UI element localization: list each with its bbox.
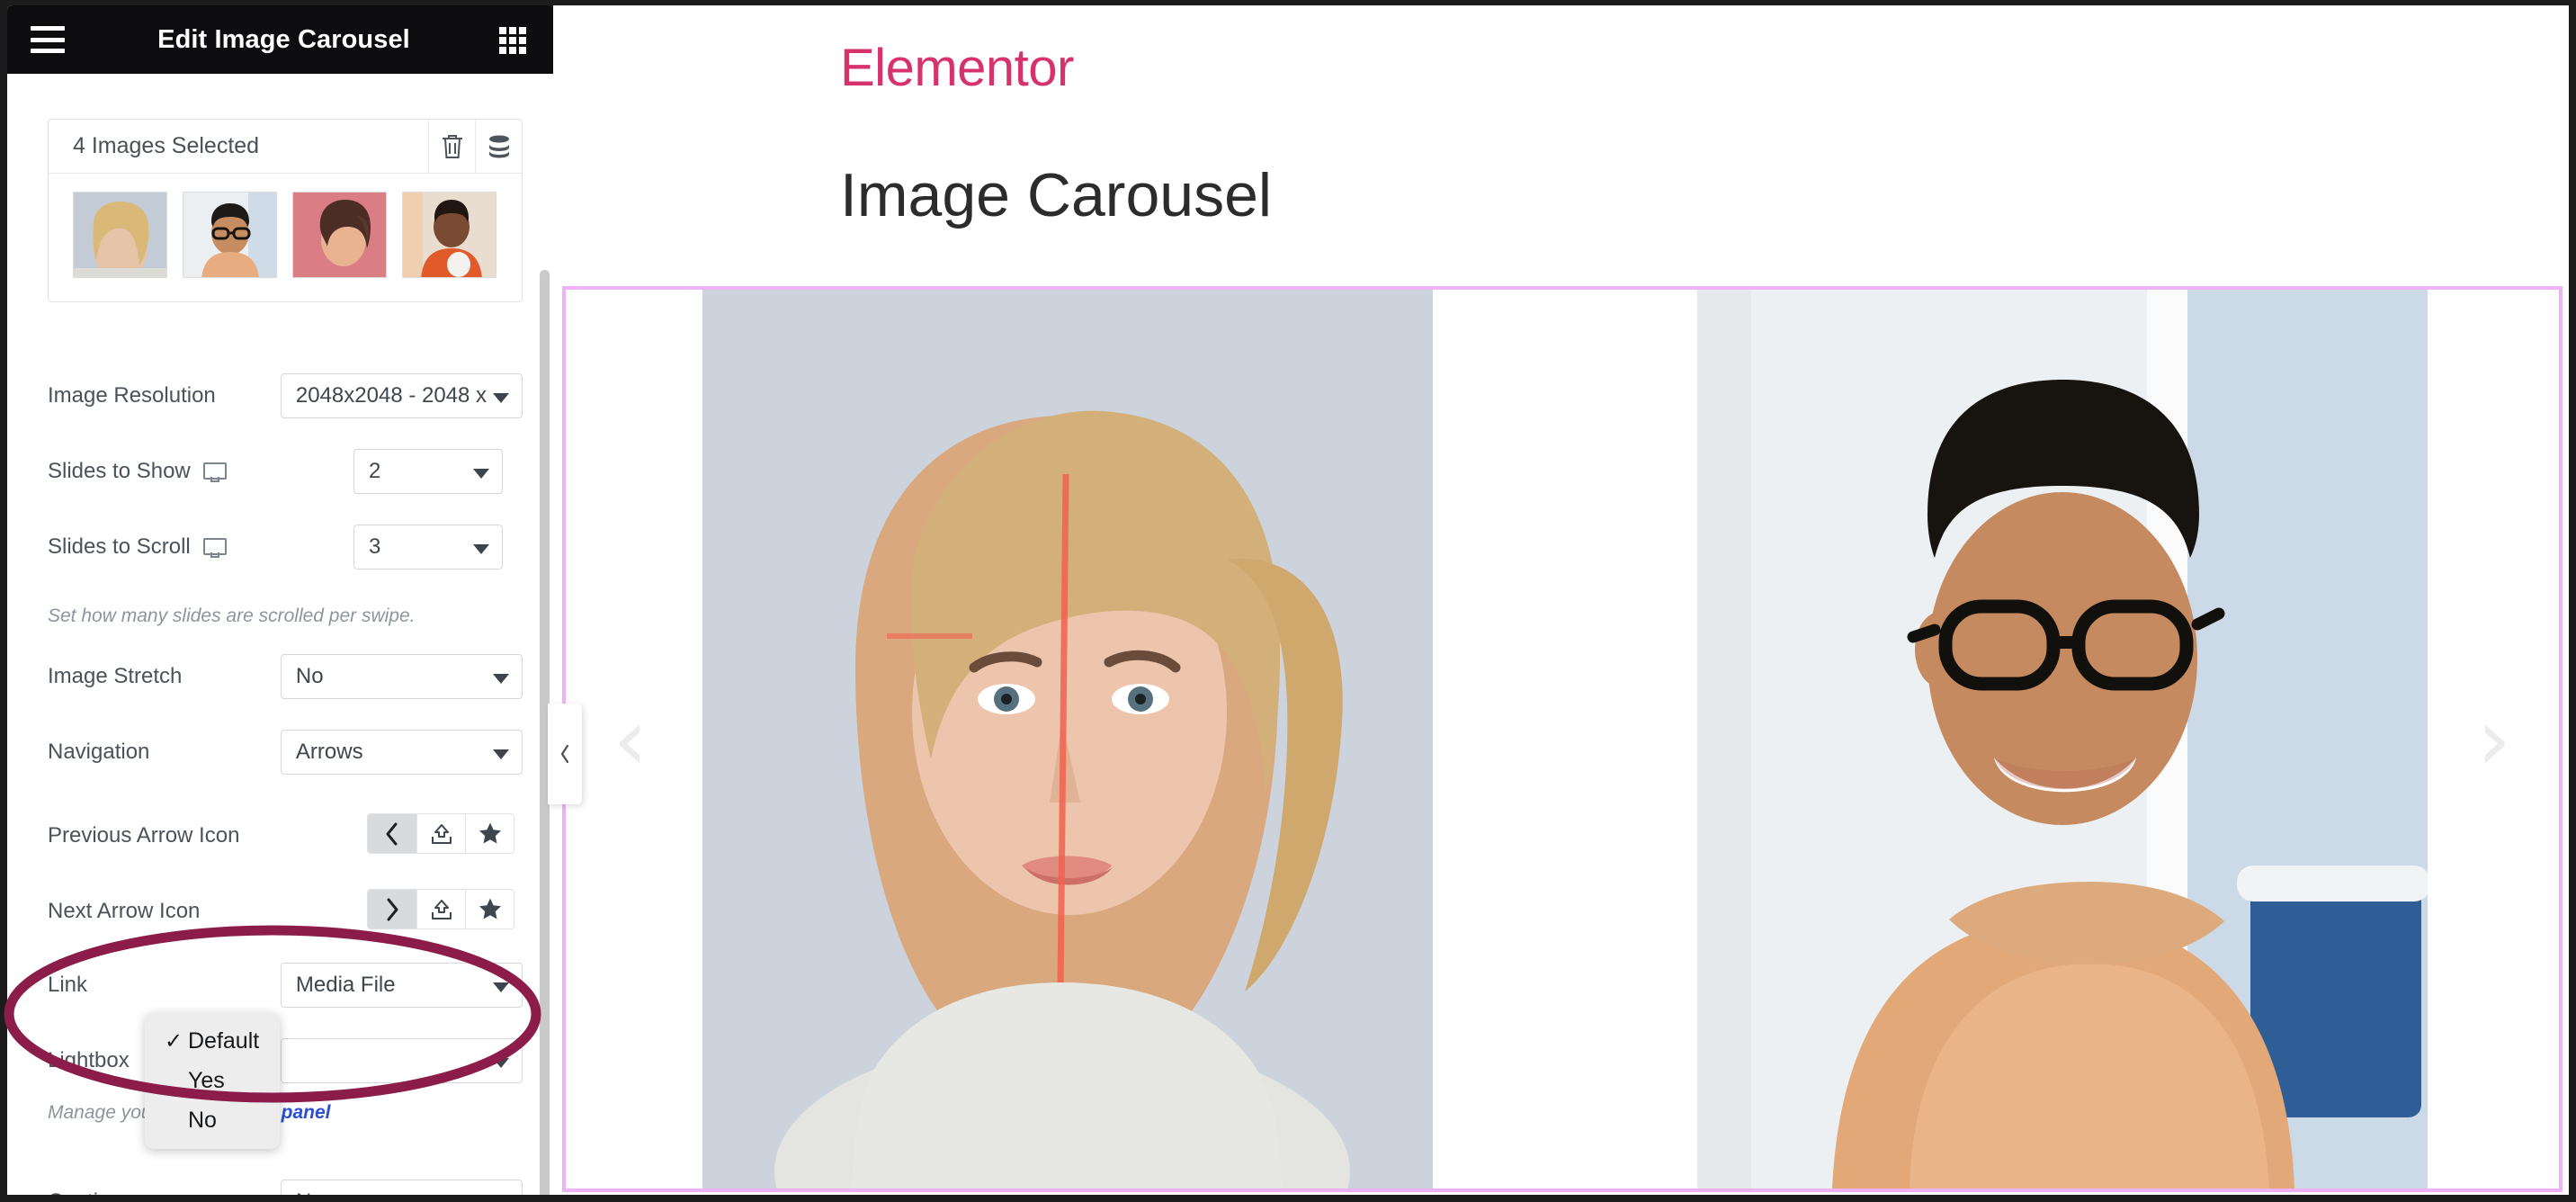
list-item[interactable] xyxy=(73,192,167,278)
link-select[interactable]: Media File xyxy=(280,963,523,1008)
select-value: 2048x2048 - 2048 x xyxy=(295,383,487,408)
menu-item-label: No xyxy=(188,1107,217,1133)
select-value: None xyxy=(296,1189,347,1195)
lightbox-dropdown-menu: ✓ Default Yes No xyxy=(145,1012,280,1149)
carousel-prev-arrow[interactable]: ‹ xyxy=(607,696,654,783)
lightbox-select[interactable] xyxy=(280,1038,523,1083)
list-item[interactable] xyxy=(183,192,277,278)
control-label: Next Arrow Icon xyxy=(48,899,201,923)
navigation-select[interactable]: Arrows xyxy=(280,730,523,775)
panel-body: 4 Images Selected Image Resolution 2048x… xyxy=(7,74,553,1195)
control-label: Image Resolution xyxy=(48,383,216,408)
control-slides-to-scroll: Slides to Scroll 3 xyxy=(48,525,523,570)
carousel-slide[interactable] xyxy=(702,290,1433,1189)
gallery-header: 4 Images Selected xyxy=(49,120,522,174)
control-label: Slides to Scroll xyxy=(48,534,318,560)
chevron-right-icon[interactable] xyxy=(368,890,416,928)
image-stretch-select[interactable]: No xyxy=(280,654,523,699)
preview-heading: Image Carousel xyxy=(840,161,1273,229)
control-label: Link xyxy=(48,973,88,997)
control-label-text: Slides to Show xyxy=(48,459,191,483)
page-title: Edit Image Carousel xyxy=(157,24,410,54)
control-label: Navigation xyxy=(48,740,150,764)
slides-to-show-select[interactable]: 2 xyxy=(353,449,503,494)
panel-header: Edit Image Carousel xyxy=(7,5,553,74)
select-value: 2 xyxy=(369,459,381,483)
star-icon[interactable] xyxy=(465,814,514,853)
chevron-down-icon xyxy=(473,469,489,479)
grid-icon[interactable] xyxy=(499,27,526,54)
elementor-editor-panel: Edit Image Carousel 4 Images Selected Im… xyxy=(7,5,553,1195)
upload-icon[interactable] xyxy=(416,890,465,928)
menu-item-yes[interactable]: Yes xyxy=(145,1061,280,1100)
image-gallery-control: 4 Images Selected xyxy=(48,119,523,302)
image-resolution-select[interactable]: 2048x2048 - 2048 x xyxy=(280,373,523,418)
upload-icon[interactable] xyxy=(416,814,465,853)
lightbox-panel-link[interactable]: panel xyxy=(282,1102,331,1123)
slides-to-scroll-hint: Set how many slides are scrolled per swi… xyxy=(48,605,416,626)
check-icon: ✓ xyxy=(165,1028,183,1054)
control-label: Previous Arrow Icon xyxy=(48,823,240,848)
chevron-down-icon xyxy=(493,1058,509,1068)
menu-item-no[interactable]: No xyxy=(145,1100,280,1140)
select-value: Media File xyxy=(295,973,396,997)
screenshot-root: Edit Image Carousel 4 Images Selected Im… xyxy=(0,0,2576,1202)
control-lightbox: Lightbox xyxy=(48,1038,523,1083)
brand-logo: Elementor xyxy=(840,39,1074,97)
control-link: Link Media File xyxy=(48,963,523,1008)
control-label-text: Slides to Scroll xyxy=(48,534,191,559)
control-caption: Caption None xyxy=(48,1180,523,1195)
carousel-next-arrow[interactable]: › xyxy=(2471,696,2518,783)
next-arrow-icon-picker xyxy=(367,889,514,929)
carousel-slide[interactable] xyxy=(1697,290,2428,1189)
desktop-icon[interactable] xyxy=(202,462,227,482)
caption-select[interactable]: None xyxy=(280,1180,523,1195)
control-navigation: Navigation Arrows xyxy=(48,730,523,775)
chevron-down-icon xyxy=(493,982,509,992)
site-preview: Elementor Image Carousel ‹ › xyxy=(553,5,2569,1195)
chevron-down-icon xyxy=(493,674,509,684)
menu-item-default[interactable]: ✓ Default xyxy=(145,1021,280,1061)
list-item[interactable] xyxy=(292,192,387,278)
chevron-down-icon xyxy=(493,393,509,403)
chevron-down-icon xyxy=(473,544,489,554)
slides-to-scroll-select[interactable]: 3 xyxy=(353,525,503,570)
hamburger-icon[interactable] xyxy=(31,26,65,53)
chevron-left-icon[interactable] xyxy=(368,814,416,853)
control-label: Caption xyxy=(48,1189,281,1195)
menu-item-label: Default xyxy=(188,1027,260,1054)
control-label: Slides to Show xyxy=(48,459,318,484)
gallery-selected-label: 4 Images Selected xyxy=(73,133,260,158)
control-image-stretch: Image Stretch No xyxy=(48,654,523,699)
select-value: No xyxy=(295,664,324,688)
menu-item-label: Yes xyxy=(188,1067,225,1093)
list-item[interactable] xyxy=(402,192,496,278)
desktop-icon[interactable] xyxy=(202,538,227,558)
control-label: Image Stretch xyxy=(48,664,183,688)
panel-collapse-handle[interactable] xyxy=(548,704,582,804)
chevron-left-icon xyxy=(560,744,568,764)
chevron-down-icon xyxy=(493,749,509,759)
select-value: 3 xyxy=(369,534,381,559)
previous-arrow-icon-picker xyxy=(367,813,514,854)
gallery-thumbnails xyxy=(49,174,522,301)
trash-icon[interactable] xyxy=(428,120,475,173)
select-value: Arrows xyxy=(295,740,363,764)
control-slides-to-show: Slides to Show 2 xyxy=(48,449,523,494)
stack-icon[interactable] xyxy=(475,120,522,173)
image-carousel-widget[interactable]: ‹ › xyxy=(562,286,2563,1192)
control-image-resolution: Image Resolution 2048x2048 - 2048 x xyxy=(48,373,523,418)
star-icon[interactable] xyxy=(465,890,514,928)
